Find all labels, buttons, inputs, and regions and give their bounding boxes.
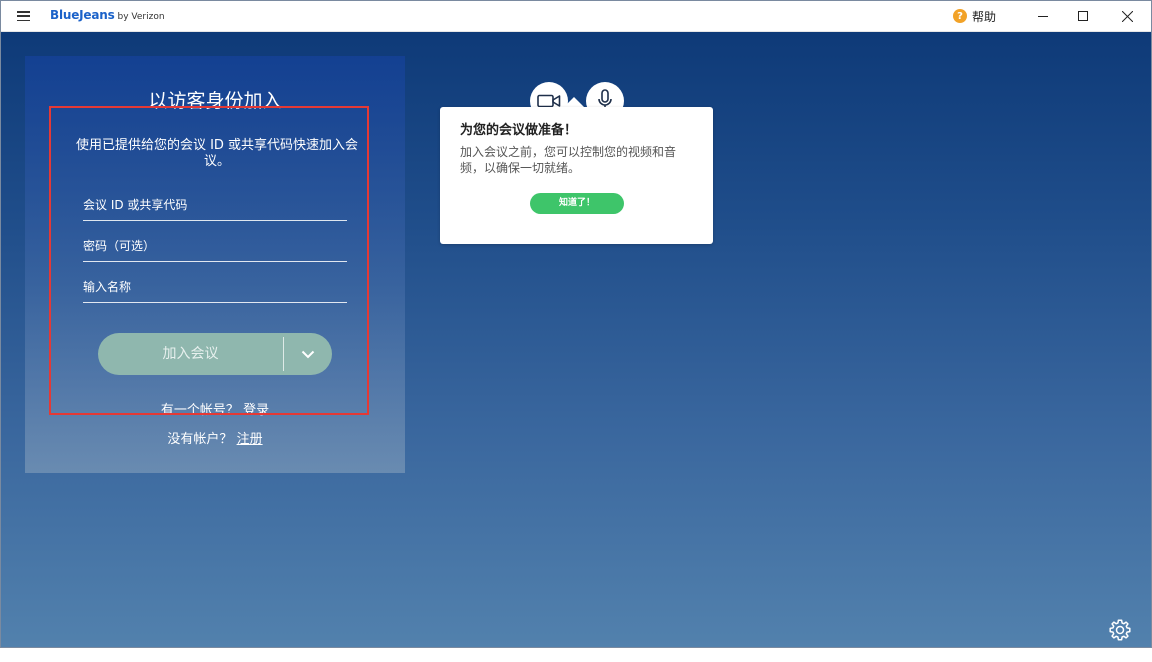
close-button[interactable] — [1104, 0, 1150, 32]
close-icon — [1121, 10, 1133, 22]
question-circle-icon: ? — [953, 9, 967, 23]
brand-logo: BlueJeans by Verizon — [50, 8, 165, 22]
settings-button[interactable]: 设置 — [1104, 618, 1136, 662]
title-bar: BlueJeans by Verizon ? 帮助 — [0, 0, 1152, 32]
brand-name: BlueJeans — [50, 8, 115, 22]
highlight-box — [49, 106, 369, 415]
tooltip-body: 加入会议之前，您可以控制您的视频和音频，以确保一切就绪。 — [460, 145, 677, 175]
prepare-meeting-tooltip: 为您的会议做准备！ 加入会议之前，您可以控制您的视频和音频，以确保一切就绪。 知… — [440, 107, 713, 244]
signup-prompt: 没有帐户？ 注册 — [25, 428, 405, 447]
tooltip-arrow — [564, 97, 584, 107]
signup-link[interactable]: 注册 — [237, 432, 263, 447]
hamburger-icon[interactable] — [17, 11, 30, 22]
gear-icon — [1109, 619, 1131, 641]
maximize-icon — [1078, 11, 1088, 21]
brand-suffix: by Verizon — [117, 12, 165, 22]
minimize-icon — [1038, 16, 1048, 17]
maximize-button[interactable] — [1060, 0, 1106, 32]
no-account-text: 没有帐户？ — [167, 432, 233, 447]
got-it-button[interactable]: 知道了！ — [530, 193, 624, 214]
help-label: 帮助 — [972, 9, 997, 24]
help-button[interactable]: ? 帮助 — [953, 7, 996, 25]
tooltip-title: 为您的会议做准备！ — [460, 123, 578, 138]
